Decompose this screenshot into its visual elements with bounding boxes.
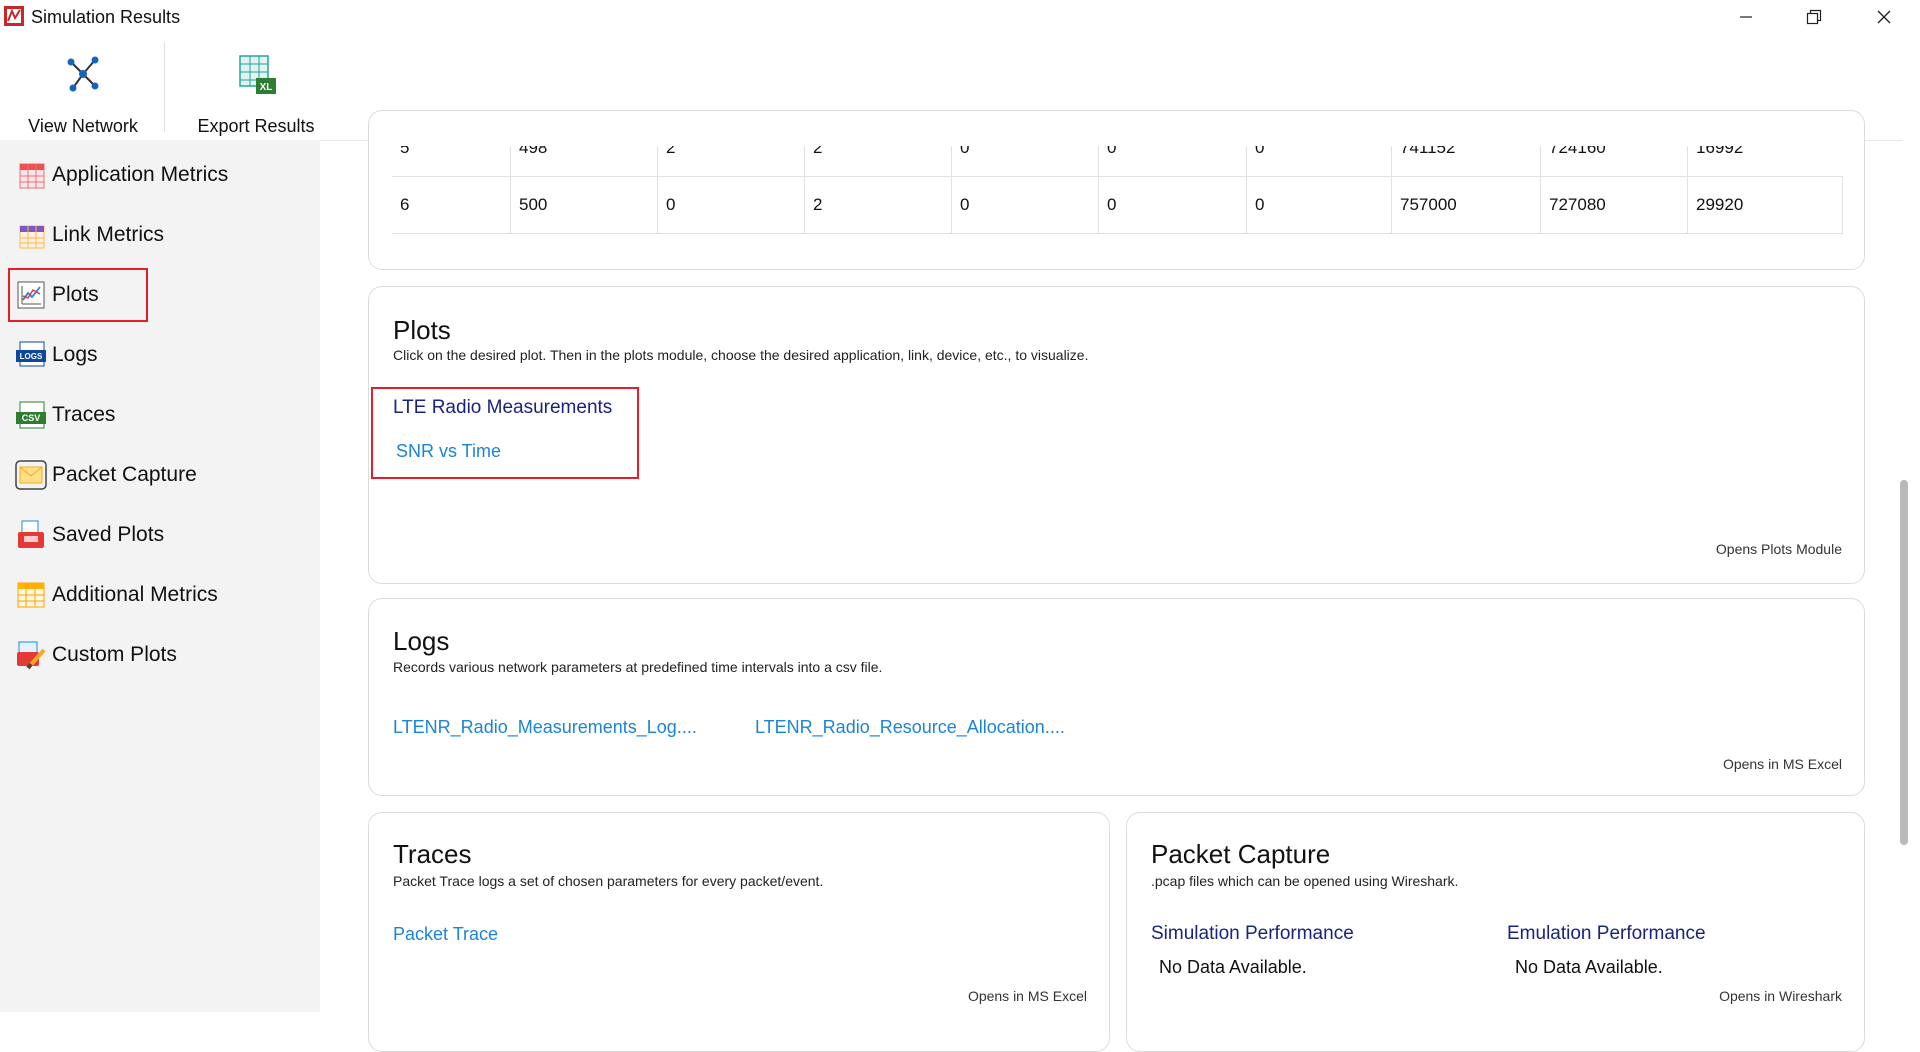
table-cell: 724160: [1540, 146, 1687, 176]
plot-group-title: LTE Radio Measurements: [393, 397, 613, 418]
sidebar-item-additional-metrics[interactable]: Additional Metrics: [14, 573, 218, 617]
view-network-button[interactable]: View Network: [18, 52, 148, 136]
table-cell: 0: [951, 177, 1098, 233]
table-cell: 741152: [1391, 146, 1540, 176]
table-cell: 0: [1098, 146, 1246, 176]
log-link-radio-measurements[interactable]: LTENR_Radio_Measurements_Log....: [393, 717, 697, 738]
packet-trace-link[interactable]: Packet Trace: [393, 924, 498, 945]
plots-icon: [17, 281, 45, 309]
table-cell: 6: [400, 195, 410, 214]
title-bar: Simulation Results: [0, 0, 1920, 34]
app-logo-icon: [4, 6, 24, 26]
traces-card: Traces Packet Trace logs a set of chosen…: [368, 812, 1110, 1052]
logs-card: Logs Records various network parameters …: [368, 598, 1865, 796]
minimize-button[interactable]: [1718, 0, 1774, 34]
table-cell: 0: [657, 177, 804, 233]
close-icon: [1877, 10, 1891, 24]
sidebar-item-traces[interactable]: CSV Traces: [14, 393, 115, 437]
export-results-label: Export Results: [197, 116, 315, 136]
sidebar-item-custom-plots[interactable]: Custom Plots: [14, 633, 177, 677]
csv-icon: CSV: [16, 401, 46, 429]
svg-text:CSV: CSV: [22, 413, 41, 423]
simulation-performance-value: No Data Available.: [1159, 957, 1307, 977]
simulation-performance-title[interactable]: Simulation Performance: [1151, 923, 1354, 945]
table-cell: 500: [510, 177, 657, 233]
view-network-label: View Network: [28, 116, 138, 136]
minimize-icon: [1740, 16, 1752, 18]
table-cell: 16992: [1687, 146, 1842, 176]
sidebar-item-label: Additional Metrics: [52, 583, 218, 606]
table-cell: 0: [1246, 146, 1391, 176]
table-row: 5 498 2 2 0 0 0 741152 724160 16992: [392, 146, 1842, 177]
table-cell: 727080: [1540, 177, 1687, 233]
sidebar-item-label: Logs: [52, 343, 98, 366]
logs-card-description: Records various network parameters at pr…: [393, 659, 883, 675]
sidebar-item-label: Custom Plots: [52, 643, 177, 666]
envelope-icon: [15, 460, 47, 490]
table-cell: 2: [804, 177, 951, 233]
sidebar-item-logs[interactable]: LOGS Logs: [14, 333, 98, 377]
close-button[interactable]: [1856, 0, 1912, 34]
packet-capture-card: Packet Capture .pcap files which can be …: [1126, 812, 1865, 1052]
sidebar-item-label: Saved Plots: [52, 523, 165, 546]
sidebar-item-link-metrics[interactable]: Link Metrics: [14, 213, 164, 257]
restore-button[interactable]: [1786, 0, 1842, 34]
logs-card-footer: Opens in MS Excel: [1722, 756, 1842, 772]
plots-card-footer: Opens Plots Module: [1715, 541, 1842, 557]
sidebar-item-label: Packet Capture: [52, 463, 197, 486]
table-cell: 2: [657, 146, 804, 176]
network-icon: [67, 56, 99, 92]
emulation-performance-value: No Data Available.: [1515, 957, 1663, 977]
window-title: Simulation Results: [31, 7, 181, 27]
table-cell: 5: [400, 146, 410, 157]
sidebar-item-label: Application Metrics: [52, 163, 229, 186]
sidebar-item-label: Plots: [52, 283, 99, 306]
table-cell: 29920: [1687, 177, 1842, 233]
additional-metrics-icon: [17, 582, 45, 608]
export-results-button[interactable]: XL Export Results: [188, 52, 324, 136]
link-metrics-icon: [19, 225, 45, 249]
app-metrics-icon: [19, 163, 45, 189]
traces-card-footer: Opens in MS Excel: [967, 988, 1087, 1004]
packet-capture-card-description: .pcap files which can be opened using Wi…: [1151, 873, 1459, 889]
scrollbar-thumb[interactable]: [1900, 480, 1908, 845]
log-link-radio-resource-allocation[interactable]: LTENR_Radio_Resource_Allocation....: [755, 717, 1065, 738]
emulation-performance-title[interactable]: Emulation Performance: [1507, 923, 1706, 945]
logs-icon: LOGS: [16, 341, 46, 367]
sidebar-item-packet-capture[interactable]: Packet Capture: [14, 453, 197, 497]
packet-capture-card-title: Packet Capture: [1151, 839, 1331, 869]
logs-card-title: Logs: [393, 626, 450, 656]
excel-export-icon: XL: [239, 55, 276, 94]
saved-plots-icon: [18, 520, 44, 548]
table-cell: 498: [510, 146, 657, 176]
traces-card-title: Traces: [393, 839, 472, 869]
snr-vs-time-link[interactable]: SNR vs Time: [396, 441, 501, 462]
sidebar-item-application-metrics[interactable]: Application Metrics: [14, 153, 228, 197]
sidebar-item-label: Link Metrics: [52, 223, 165, 246]
traces-card-description: Packet Trace logs a set of chosen parame…: [393, 873, 824, 889]
sidebar-item-plots[interactable]: Plots: [14, 273, 99, 317]
table-cell: 757000: [1391, 177, 1540, 233]
sidebar-item-saved-plots[interactable]: Saved Plots: [14, 513, 164, 557]
table-cell: 2: [804, 146, 951, 176]
plots-card-description: Click on the desired plot. Then in the p…: [393, 347, 1089, 363]
plots-card-title: Plots: [393, 315, 451, 345]
plots-card: Plots Click on the desired plot. Then in…: [368, 286, 1865, 584]
svg-text:LOGS: LOGS: [20, 352, 43, 361]
custom-plots-icon: [17, 641, 46, 670]
ribbon-divider: [164, 42, 165, 132]
table-cell: 0: [1098, 177, 1246, 233]
table-row: 6 500 0 2 0 0 0 757000 727080 29920: [392, 176, 1843, 234]
packet-capture-card-footer: Opens in Wireshark: [1719, 988, 1842, 1004]
table-cell: 0: [951, 146, 1098, 176]
svg-text:XL: XL: [260, 82, 273, 93]
sidebar-item-label: Traces: [52, 403, 116, 426]
restore-icon: [1806, 9, 1822, 25]
table-cell: 0: [1246, 177, 1391, 233]
